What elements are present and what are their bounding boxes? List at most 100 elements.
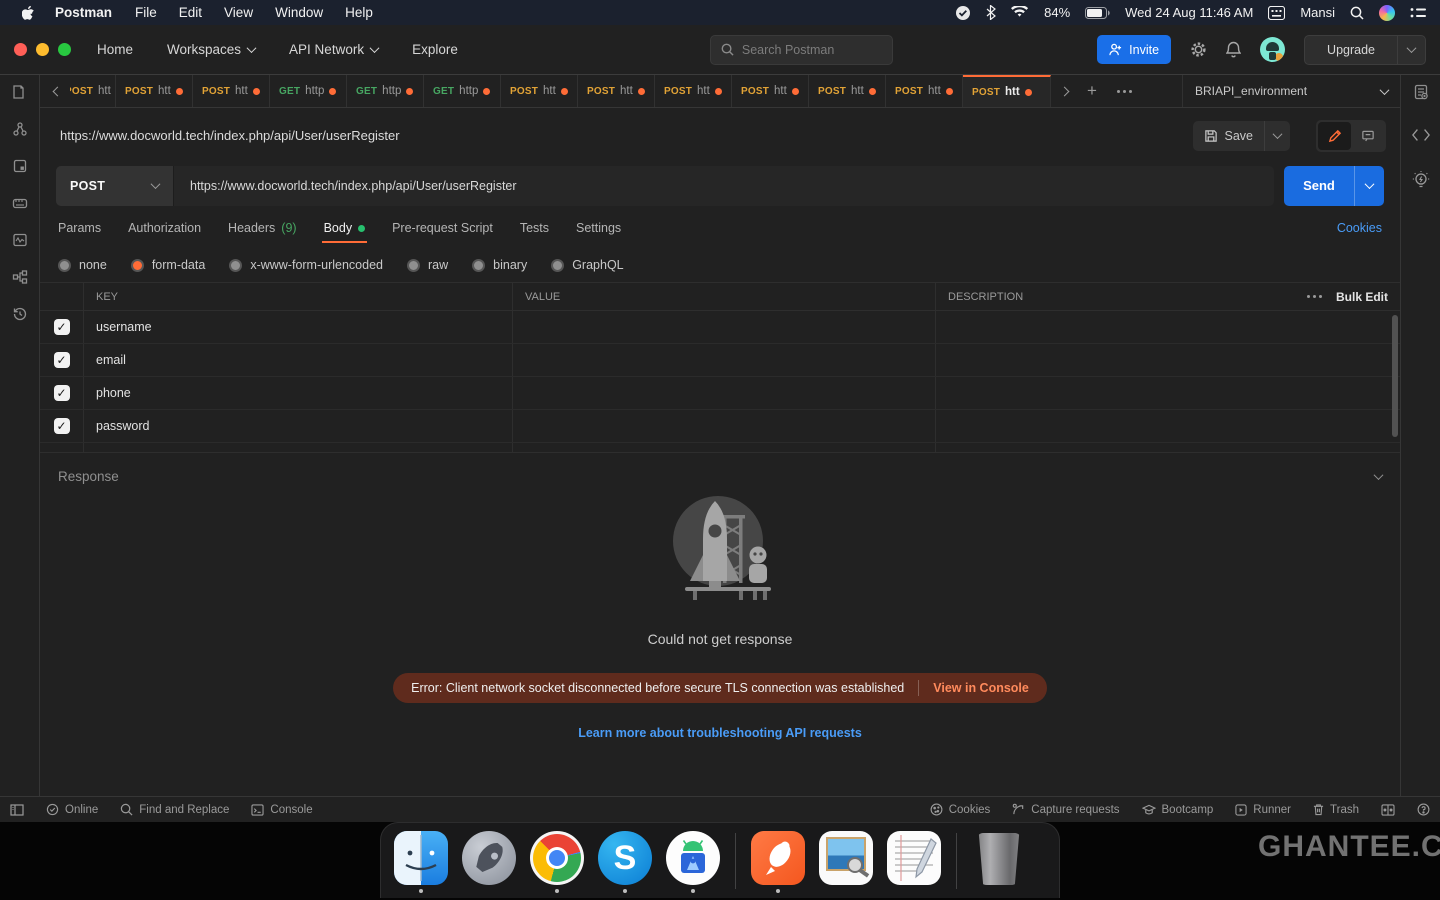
tab-params[interactable]: Params xyxy=(58,208,101,248)
tab-settings[interactable]: Settings xyxy=(576,208,621,248)
menu-file[interactable]: File xyxy=(135,5,157,20)
mode-none[interactable]: none xyxy=(58,258,107,272)
troubleshooting-link[interactable]: Learn more about troubleshooting API req… xyxy=(578,726,862,740)
mode-binary[interactable]: binary xyxy=(472,258,527,272)
mode-graphql[interactable]: GraphQL xyxy=(551,258,623,272)
spotlight-search-icon[interactable] xyxy=(1350,6,1364,20)
save-button[interactable]: Save xyxy=(1193,129,1265,143)
request-tab[interactable]: POSThtt xyxy=(886,75,963,107)
dock-launchpad-icon[interactable] xyxy=(461,831,517,893)
input-source-name[interactable]: Mansi xyxy=(1300,5,1335,20)
apple-menu-icon[interactable] xyxy=(22,5,35,20)
row-checkbox-checked[interactable]: ✓ xyxy=(54,385,70,401)
menubar-clock[interactable]: Wed 24 Aug 11:46 AM xyxy=(1125,5,1253,20)
cookies-link[interactable]: Cookies xyxy=(1337,221,1382,235)
settings-gear-icon[interactable] xyxy=(1190,41,1207,58)
history-icon[interactable] xyxy=(11,305,29,323)
request-tab[interactable]: POSThtt xyxy=(501,75,578,107)
menubar-app-name[interactable]: Postman xyxy=(55,5,112,20)
capture-requests-button[interactable]: Capture requests xyxy=(1012,803,1119,816)
table-row[interactable]: ✓ password xyxy=(40,410,1400,443)
view-in-console-button[interactable]: View in Console xyxy=(933,681,1029,695)
method-selector[interactable]: POST xyxy=(56,166,174,206)
request-tab[interactable]: POSThtt xyxy=(116,75,193,107)
request-tab[interactable]: POSThtt xyxy=(578,75,655,107)
cookies-status-button[interactable]: Cookies xyxy=(930,803,991,816)
zoom-window-button[interactable] xyxy=(58,43,71,56)
dock-finder-icon[interactable] xyxy=(393,831,449,893)
request-tab[interactable]: POSThtt xyxy=(732,75,809,107)
two-pane-icon[interactable] xyxy=(1381,804,1395,816)
find-and-replace[interactable]: Find and Replace xyxy=(120,803,229,816)
menu-edit[interactable]: Edit xyxy=(179,5,202,20)
edit-pencil-icon[interactable] xyxy=(1318,122,1351,150)
user-avatar[interactable] xyxy=(1260,37,1285,62)
bulk-edit-button[interactable]: Bulk Edit xyxy=(1336,290,1388,304)
trash-button[interactable]: Trash xyxy=(1313,803,1359,816)
request-tab[interactable]: POSThtt xyxy=(193,75,270,107)
tab-body[interactable]: Body xyxy=(324,208,366,248)
tab-options-icon[interactable] xyxy=(1107,75,1141,107)
row-checkbox-checked[interactable]: ✓ xyxy=(54,418,70,434)
request-name[interactable]: https://www.docworld.tech/index.php/api/… xyxy=(60,128,400,143)
scroll-tabs-left-button[interactable] xyxy=(44,75,70,107)
nav-api-network[interactable]: API Network xyxy=(289,42,378,57)
status-check-icon[interactable] xyxy=(955,5,971,21)
apis-icon[interactable] xyxy=(11,120,29,138)
help-icon[interactable] xyxy=(1417,803,1430,816)
table-options-icon[interactable] xyxy=(1307,295,1322,298)
dock-chrome-icon[interactable] xyxy=(529,831,585,893)
menu-window[interactable]: Window xyxy=(275,5,323,20)
table-scrollbar[interactable] xyxy=(1392,315,1398,437)
dock-skype-icon[interactable]: S xyxy=(597,831,653,893)
dock-preview-icon[interactable] xyxy=(818,831,874,893)
save-options-caret[interactable] xyxy=(1264,121,1290,151)
send-options-caret[interactable] xyxy=(1354,166,1384,206)
tab-headers[interactable]: Headers(9) xyxy=(228,208,297,248)
tab-tests[interactable]: Tests xyxy=(520,208,549,248)
scroll-tabs-right-button[interactable] xyxy=(1051,75,1077,107)
upgrade-button[interactable]: Upgrade xyxy=(1304,35,1426,65)
collapse-response-icon[interactable] xyxy=(1374,470,1384,480)
postbot-lightbulb-icon[interactable] xyxy=(1412,172,1430,190)
tab-pre-request-script[interactable]: Pre-request Script xyxy=(392,208,493,248)
url-input[interactable] xyxy=(190,179,1258,193)
menu-view[interactable]: View xyxy=(224,5,253,20)
environments-icon[interactable] xyxy=(11,157,29,175)
new-tab-button[interactable]: + xyxy=(1077,75,1107,107)
flows-icon[interactable] xyxy=(11,268,29,286)
table-row[interactable]: ✓ email xyxy=(40,344,1400,377)
upgrade-caret[interactable] xyxy=(1397,36,1425,64)
console-toggle[interactable]: Console xyxy=(251,804,312,816)
request-tab[interactable]: GEThttp xyxy=(347,75,424,107)
row-checkbox-checked[interactable]: ✓ xyxy=(54,352,70,368)
keyboard-input-icon[interactable] xyxy=(1268,6,1285,20)
siri-icon[interactable] xyxy=(1379,5,1395,21)
table-row[interactable]: ✓ phone xyxy=(40,377,1400,410)
control-center-icon[interactable] xyxy=(1410,7,1426,19)
runner-button[interactable]: Runner xyxy=(1235,804,1291,816)
monitors-icon[interactable] xyxy=(11,231,29,249)
request-tab[interactable]: POSThtt xyxy=(70,75,116,107)
menu-help[interactable]: Help xyxy=(345,5,373,20)
mode-x-www-form-urlencoded[interactable]: x-www-form-urlencoded xyxy=(229,258,383,272)
tab-authorization[interactable]: Authorization xyxy=(128,208,201,248)
mode-raw[interactable]: raw xyxy=(407,258,448,272)
wifi-icon[interactable] xyxy=(1011,6,1029,19)
nav-explore[interactable]: Explore xyxy=(412,42,458,57)
bluetooth-icon[interactable] xyxy=(986,5,996,20)
search-input[interactable] xyxy=(742,43,872,57)
request-tab-active[interactable]: POSThtt xyxy=(963,75,1051,107)
environment-quick-look-icon[interactable] xyxy=(1412,75,1430,108)
dock-postman-icon[interactable] xyxy=(750,831,806,893)
code-snippet-icon[interactable] xyxy=(1412,126,1430,144)
request-tab[interactable]: GEThttp xyxy=(270,75,347,107)
sidebar-toggle-icon[interactable] xyxy=(10,804,24,816)
table-row[interactable]: ✓ username xyxy=(40,311,1400,344)
mode-form-data[interactable]: form-data xyxy=(131,258,206,272)
global-search[interactable] xyxy=(710,35,893,65)
request-tab[interactable]: POSThtt xyxy=(809,75,886,107)
nav-home[interactable]: Home xyxy=(97,42,133,57)
minimize-window-button[interactable] xyxy=(36,43,49,56)
send-button[interactable]: Send xyxy=(1284,166,1354,206)
